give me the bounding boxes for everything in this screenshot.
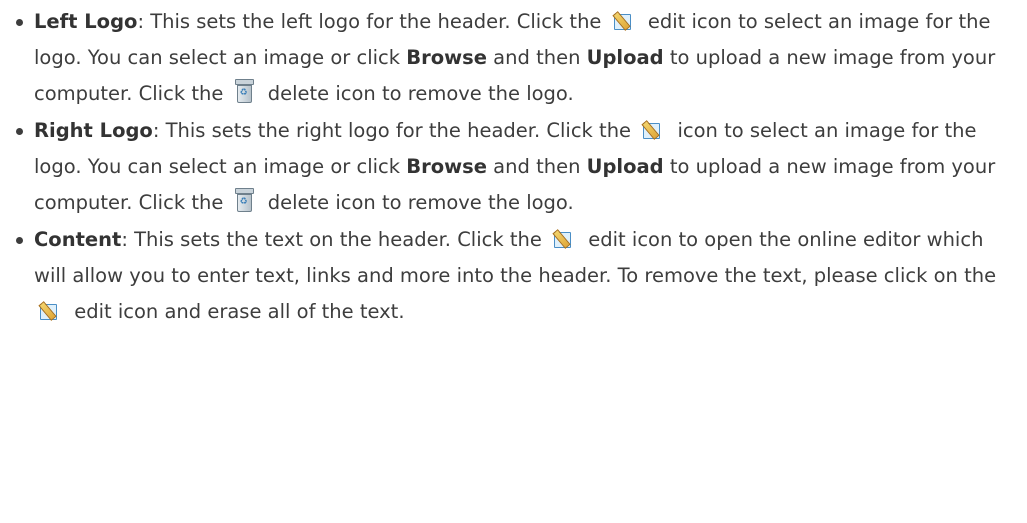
item-text: : This sets the text on the header. Clic… (121, 228, 549, 251)
term-content: Content (34, 228, 122, 251)
edit-icon (552, 228, 574, 249)
delete-icon: ♻ (234, 188, 254, 212)
browse-label: Browse (406, 155, 487, 178)
edit-icon (612, 10, 634, 31)
item-text: and then (486, 46, 587, 69)
item-text: and then (486, 155, 587, 178)
item-text: : This sets the right logo for the heade… (152, 119, 638, 142)
upload-label: Upload (586, 46, 664, 69)
item-text: delete icon to remove the logo. (261, 191, 574, 214)
help-list: Left Logo: This sets the left logo for t… (0, 4, 1016, 330)
browse-label: Browse (406, 46, 487, 69)
term-left-logo: Left Logo (34, 10, 138, 33)
edit-icon (38, 300, 60, 321)
item-text: edit icon and erase all of the text. (68, 300, 405, 323)
list-item-left-logo: Left Logo: This sets the left logo for t… (16, 4, 1016, 112)
list-item-content: Content: This sets the text on the heade… (16, 222, 1016, 330)
delete-icon: ♻ (234, 79, 254, 103)
item-text: delete icon to remove the logo. (261, 82, 574, 105)
list-item-right-logo: Right Logo: This sets the right logo for… (16, 113, 1016, 221)
term-right-logo: Right Logo (34, 119, 153, 142)
item-text: : This sets the left logo for the header… (137, 10, 608, 33)
upload-label: Upload (586, 155, 664, 178)
edit-icon (641, 119, 663, 140)
